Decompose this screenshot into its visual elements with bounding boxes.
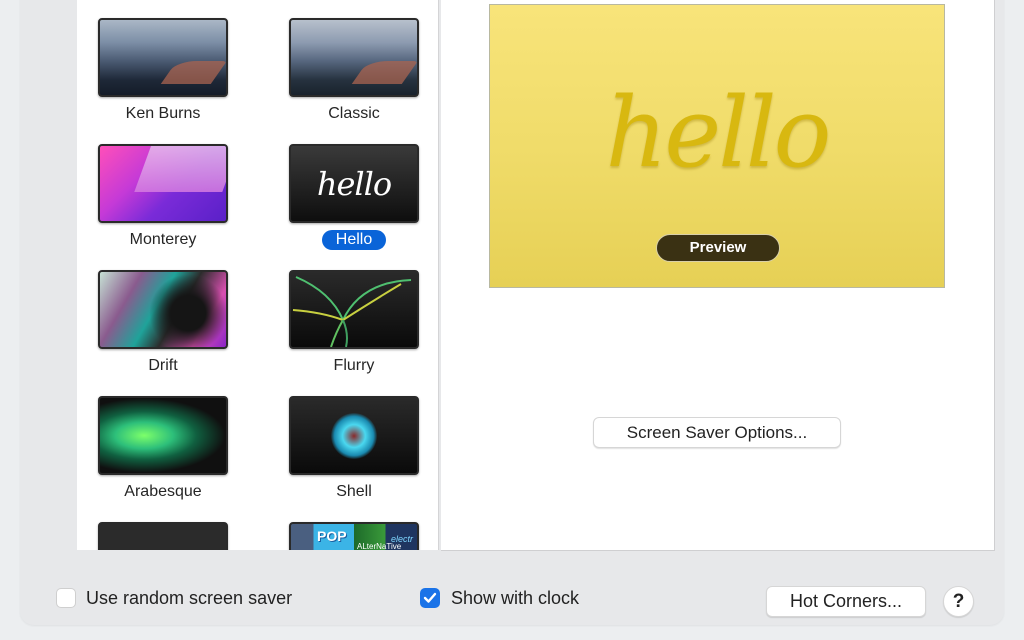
screen-saver-list[interactable]: Ken Burns Classic Monterey hello Hello D…: [77, 0, 439, 550]
preview-panel: hello Preview Screen Saver Options...: [441, 0, 995, 551]
saver-ken-burns[interactable]: Ken Burns: [96, 18, 230, 124]
help-button[interactable]: ?: [943, 586, 974, 617]
saver-hello[interactable]: hello Hello: [287, 144, 421, 250]
saver-label: Classic: [328, 105, 380, 122]
saver-thumbnail[interactable]: [289, 18, 419, 97]
bottom-bar: Use random screen saver Show with clock …: [20, 583, 1004, 623]
album-pop-text: POP: [317, 528, 347, 544]
saver-flurry[interactable]: Flurry: [287, 270, 421, 376]
saver-drift[interactable]: Drift: [96, 270, 230, 376]
hello-thumb-text: hello: [316, 164, 392, 203]
saver-word-of-the-day[interactable]: Aa: [96, 522, 230, 550]
album-electro-text: electr: [391, 534, 414, 544]
preview-button[interactable]: Preview: [656, 234, 780, 262]
saver-thumbnail[interactable]: Aa: [98, 522, 228, 550]
screen-saver-window: Ken Burns Classic Monterey hello Hello D…: [20, 0, 1004, 625]
saver-label: Drift: [148, 357, 178, 374]
saver-thumbnail[interactable]: [98, 396, 228, 475]
flurry-graphic: [292, 276, 412, 347]
saver-label: Arabesque: [124, 483, 202, 500]
saver-thumbnail[interactable]: [289, 270, 419, 349]
saver-thumbnail[interactable]: [98, 144, 228, 223]
show-with-clock-label[interactable]: Show with clock: [451, 587, 579, 609]
saver-thumbnail[interactable]: hello: [289, 144, 419, 223]
random-screen-saver-checkbox[interactable]: [56, 588, 76, 608]
saver-monterey[interactable]: Monterey: [96, 144, 230, 250]
screen-saver-options-button[interactable]: Screen Saver Options...: [593, 417, 841, 448]
saver-label-selected: Hello: [321, 230, 387, 250]
saver-label: Flurry: [333, 357, 375, 374]
checkmark-icon: [423, 592, 437, 603]
saver-thumbnail[interactable]: [98, 270, 228, 349]
show-with-clock-checkbox[interactable]: [420, 588, 440, 608]
shell-graphic: [331, 412, 377, 459]
saver-label: Monterey: [129, 231, 197, 248]
preview-area[interactable]: hello Preview: [489, 4, 945, 288]
random-screen-saver-label[interactable]: Use random screen saver: [86, 587, 292, 609]
preview-hello-text: hello: [605, 77, 832, 189]
saver-thumbnail[interactable]: [289, 396, 419, 475]
saver-arabesque[interactable]: Arabesque: [96, 396, 230, 502]
saver-label: Shell: [336, 483, 372, 500]
saver-thumbnail[interactable]: POP ALterNaTive electr: [289, 522, 419, 550]
saver-label: Ken Burns: [125, 105, 201, 122]
saver-classic[interactable]: Classic: [287, 18, 421, 124]
saver-thumbnail[interactable]: [98, 18, 228, 97]
hot-corners-button[interactable]: Hot Corners...: [766, 586, 926, 617]
saver-album-artwork[interactable]: POP ALterNaTive electr: [287, 522, 421, 550]
saver-shell[interactable]: Shell: [287, 396, 421, 502]
